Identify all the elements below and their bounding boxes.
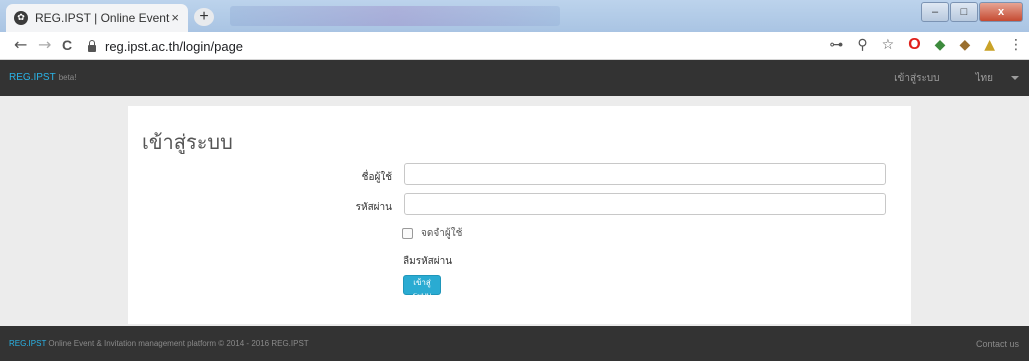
- zoom-icon[interactable]: ⚲: [857, 37, 867, 53]
- site-favicon-icon: ✿: [14, 11, 28, 25]
- remember-me-checkbox[interactable]: [402, 228, 413, 239]
- remember-me-option[interactable]: จดจำผู้ใช้: [402, 226, 462, 241]
- login-panel: เข้าสู่ระบบ ชื่อผู้ใช้ รหัสผ่าน จดจำผู้ใ…: [128, 106, 911, 324]
- caret-down-icon: [1011, 76, 1019, 80]
- remember-me-label: จดจำผู้ใช้: [421, 228, 463, 239]
- window-controls: – □ x: [920, 2, 1023, 22]
- taskbar-background: [230, 6, 560, 26]
- footer-copyright: Online Event & Invitation management pla…: [46, 339, 309, 348]
- language-dropdown[interactable]: ไทย: [958, 71, 1019, 86]
- brand-name: REG.IPST: [9, 72, 56, 83]
- browser-menu-icon[interactable]: ⋮: [1009, 37, 1023, 53]
- address-bar[interactable]: reg.ipst.ac.th/login/page: [88, 35, 800, 57]
- key-icon[interactable]: ⊶: [829, 37, 843, 53]
- navbar-right: เข้าสู่ระบบ ไทย: [876, 71, 1019, 86]
- footer-brand: REG.IPST: [9, 339, 47, 348]
- minimize-button[interactable]: –: [921, 2, 949, 22]
- extension-icon[interactable]: ◆: [959, 37, 970, 53]
- nav-login-link[interactable]: เข้าสู่ระบบ: [894, 71, 939, 86]
- password-input[interactable]: [404, 193, 886, 215]
- password-label: รหัสผ่าน: [355, 202, 392, 213]
- browser-tab[interactable]: ✿ REG.IPST | Online Event & Invitat ×: [6, 4, 188, 32]
- back-arrow-icon[interactable]: ←: [14, 35, 27, 54]
- extension-icon[interactable]: ◆: [935, 37, 946, 53]
- username-input[interactable]: [404, 163, 886, 185]
- reload-icon[interactable]: C: [62, 37, 72, 53]
- extension-icon[interactable]: ▲: [984, 37, 995, 53]
- lock-icon: [88, 39, 96, 52]
- url-text: reg.ipst.ac.th/login/page: [105, 38, 244, 54]
- login-button[interactable]: เข้าสู่ระบบ: [403, 275, 441, 300]
- site-brand[interactable]: REG.IPST beta!: [9, 72, 76, 83]
- browser-titlebar: ✿ REG.IPST | Online Event & Invitat × + …: [0, 0, 1029, 32]
- browser-toolbar: ← → C reg.ipst.ac.th/login/page ⊶ ⚲ ☆ O …: [0, 32, 1029, 60]
- beta-label: beta!: [58, 73, 77, 82]
- forward-arrow-icon[interactable]: →: [38, 35, 51, 54]
- toolbar-icons: ⊶ ⚲ ☆ O ◆ ◆ ▲ ⋮: [815, 36, 1023, 54]
- tab-title: REG.IPST | Online Event & Invitat: [35, 11, 173, 25]
- site-footer: REG.IPST Online Event & Invitation manag…: [0, 326, 1029, 361]
- forgot-password-link[interactable]: ลืมรหัสผ่าน: [403, 254, 452, 269]
- page-title: เข้าสู่ระบบ: [142, 130, 233, 154]
- opera-extension-icon[interactable]: O: [908, 36, 920, 54]
- username-label: ชื่อผู้ใช้: [361, 172, 392, 183]
- tab-close-icon[interactable]: ×: [171, 10, 179, 25]
- language-label: ไทย: [975, 73, 993, 84]
- window-close-button[interactable]: x: [979, 2, 1023, 22]
- bookmark-star-icon[interactable]: ☆: [882, 37, 895, 53]
- footer-text: REG.IPST Online Event & Invitation manag…: [9, 339, 309, 348]
- new-tab-button[interactable]: +: [194, 8, 214, 26]
- contact-us-link[interactable]: Contact us: [976, 339, 1019, 349]
- site-navbar: REG.IPST beta! เข้าสู่ระบบ ไทย: [0, 60, 1029, 96]
- maximize-button[interactable]: □: [950, 2, 978, 22]
